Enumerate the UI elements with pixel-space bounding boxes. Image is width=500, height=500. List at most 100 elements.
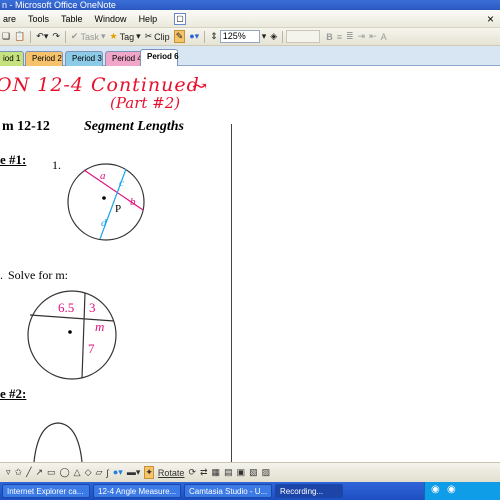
order-icon[interactable]: ▧ [249,467,258,478]
window-title: n - Microsoft Office OneNote [2,0,116,10]
select-tool-icon[interactable]: ✦ [144,466,154,479]
indent-icon[interactable]: ⇥ [358,31,366,42]
redo-icon[interactable]: ↷ [52,31,60,42]
center-dot [102,196,106,200]
parallelogram-tool-icon[interactable]: ▱ [95,467,102,478]
zoom-in-icon[interactable]: ◈ [270,31,277,42]
zoom-dropdown-icon[interactable]: ▾ [262,31,267,42]
search-icon[interactable]: ▢ [174,12,187,25]
numbered-list-icon[interactable]: ≣ [346,31,354,42]
close-icon[interactable]: × [487,12,494,26]
tray-icon[interactable]: ◉ [431,484,440,495]
toolbar-separator [30,30,32,43]
segment-7: 7 [88,341,95,356]
arrow-tool-icon[interactable]: ↗ [36,467,44,478]
outdent-icon[interactable]: ⇤ [369,31,377,42]
line-tool-icon[interactable]: ╱ [26,467,31,478]
ink-lesson-title: ON 12-4 Continued [0,74,200,96]
triangle-tool-icon[interactable]: △ [74,467,81,478]
toolbar-separator [282,30,284,43]
undo-icon[interactable]: ↶▾ [36,31,48,42]
arrange-icon[interactable]: ▨ [262,467,271,478]
label-p: P [115,203,122,215]
clip-button[interactable]: ✂ Clip [145,31,170,42]
tab-period-2[interactable]: Period 2 [25,51,63,66]
example-2-label: e #2: [0,386,27,401]
toolbar-separator [64,30,66,43]
segment-3: 3 [89,300,96,315]
example-1-label: e #1: [0,152,27,167]
tab-period-6[interactable]: Period 6 [140,49,179,66]
rotate-icon[interactable]: ⟳ [188,467,196,478]
label-d: d [101,217,107,229]
note-page[interactable]: ON 12-4 Continued ↝ (Part #2) m 12-12 Se… [0,66,500,462]
copy-icon[interactable]: ❏ [2,31,10,42]
menu-item-share[interactable]: are [0,14,19,24]
pen-color-icon[interactable]: ●▾ [113,467,123,478]
pen-mode-button[interactable]: ✎ [173,30,186,43]
taskbar-item-camtasia[interactable]: Camtasia Studio - U... [184,484,272,498]
ink-arrow: ↝ [192,76,208,97]
problem-1-number: 1. [52,158,61,172]
worksheet-heading-left: m 12-12 [2,119,50,134]
system-tray: ◉ ◉ [424,482,500,500]
diamond-tool-icon[interactable]: ◇ [85,467,92,478]
line-width-icon[interactable]: ▬▾ [127,467,141,478]
list-icon[interactable]: ≡ [337,32,342,42]
bold-button[interactable]: B [326,32,333,42]
curve-tool-icon[interactable]: ∫ [106,468,108,478]
group-icon[interactable]: ▣ [237,467,246,478]
clip-label: Clip [154,31,170,42]
task-button[interactable]: ✔ Task ▾ [71,31,106,42]
taskbar: Internet Explorer ca... 12-4 Angle Measu… [0,482,500,500]
align-icon[interactable]: ▤ [224,467,233,478]
font-size-select[interactable] [286,30,321,43]
task-label: Task [80,31,99,42]
font-color-icon[interactable]: A [381,32,387,42]
circle-diagram-3-partial [33,422,83,462]
segment-m: m [95,319,105,334]
zoom-select[interactable]: 125% [219,30,260,43]
lasso-icon[interactable]: ✩ [15,467,23,478]
insert-space-icon[interactable]: ⇕ [210,31,218,42]
ellipse-tool-icon[interactable]: ◯ [60,467,70,478]
problem-2-number: . [0,268,3,282]
menu-item-table[interactable]: Table [58,14,86,24]
tab-period-4[interactable]: Period 4 [105,51,143,66]
segment-6-5: 6.5 [58,300,75,315]
label-a: a [100,170,106,182]
flip-icon[interactable]: ⇄ [200,467,208,478]
menu-item-tools[interactable]: Tools [25,14,52,24]
tab-period-1[interactable]: iod 1 [0,51,24,66]
tray-icon[interactable]: ◉ [447,484,456,495]
rectangle-tool-icon[interactable]: ▭ [47,467,56,478]
tag-button[interactable]: ★ Tag ▾ [110,31,141,42]
label-c: c [119,177,124,189]
tab-period-3[interactable]: Period 3 [65,51,103,66]
section-tabs: iod 1 Period 2 Period 3 Period 4 Period … [0,46,500,66]
paste-icon[interactable]: 📋 [14,31,25,42]
toolbar-separator [204,30,206,43]
menu-item-window[interactable]: Window [92,14,130,24]
menu-item-help[interactable]: Help [136,14,161,24]
eraser-icon[interactable]: ▿ [6,467,11,478]
menu-bar: are Tools Table Window Help ▢ × [0,10,500,28]
taskbar-item-ie[interactable]: Internet Explorer ca... [2,484,90,498]
scissors-icon: ✂ [144,31,153,41]
grid-icon[interactable]: ▦ [212,467,221,478]
ink-subtitle: (Part #2) [110,94,181,112]
pen-color-icon[interactable]: ●▾ [189,31,199,42]
rotate-button[interactable]: Rotate [158,468,185,478]
taskbar-item-onenote[interactable]: 12-4 Angle Measure... [93,484,181,498]
label-b: b [130,196,136,208]
taskbar-item-recording[interactable]: Recording... [275,484,343,498]
page-divider [231,124,232,462]
chord-vertical [81,292,86,379]
star-icon: ★ [109,31,118,41]
standard-toolbar: ❏ 📋 ↶▾ ↷ ✔ Task ▾ ★ Tag ▾ ✂ Clip ✎ ●▾ ⇕ 125% … [0,28,500,46]
title-bar: n - Microsoft Office OneNote [0,0,500,10]
drawing-toolbar: ▿ ✩ ╱ ↗ ▭ ◯ △ ◇ ▱ ∫ ●▾ ▬▾ ✦ Rotate ⟳ ⇄ ▦… [0,462,500,482]
tag-label: Tag [119,31,135,42]
circle-3-outline [33,422,83,462]
worksheet-heading-right: Segment Lengths [84,119,184,134]
